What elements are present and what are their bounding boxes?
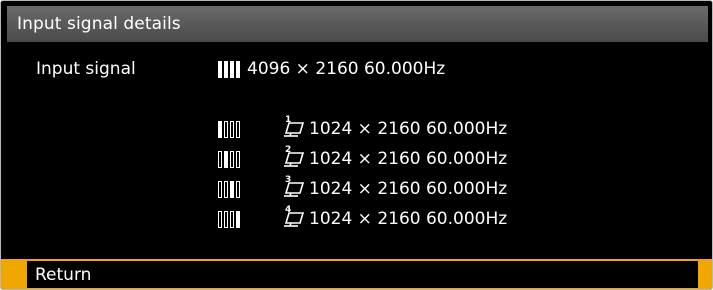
sub-signal-value: 1024 × 2160 60.000Hz — [309, 179, 508, 199]
sub-signal-value: 1024 × 2160 60.000Hz — [309, 119, 508, 139]
sub-signal-row-3: 3 1024 × 2160 60.000Hz — [217, 175, 508, 199]
sub-signal-value: 1024 × 2160 60.000Hz — [309, 149, 508, 169]
display-stand-icon: 1 — [283, 115, 307, 139]
return-button[interactable]: Return — [27, 261, 698, 288]
four-bars-icon — [217, 60, 241, 79]
sub-signal-index: 1 — [285, 115, 292, 125]
sub-signal-row-2: 2 1024 × 2160 60.000Hz — [217, 145, 508, 169]
title-bar: Input signal details — [7, 6, 708, 42]
single-bar-highlight-icon — [217, 150, 241, 169]
screen: Input signal details Input signal 4096 ×… — [0, 0, 713, 290]
page-title: Input signal details — [17, 14, 181, 34]
single-bar-highlight-icon — [217, 180, 241, 199]
display-stand-icon: 4 — [283, 205, 307, 229]
input-signal-label: Input signal — [36, 59, 136, 79]
display-stand-icon: 2 — [283, 145, 307, 169]
display-stand-icon: 3 — [283, 175, 307, 199]
return-label: Return — [35, 264, 92, 285]
sub-signal-index: 3 — [285, 175, 292, 185]
sub-signal-value: 1024 × 2160 60.000Hz — [309, 209, 508, 229]
sub-signal-index: 2 — [285, 145, 292, 155]
sub-signal-row-4: 4 1024 × 2160 60.000Hz — [217, 205, 508, 229]
sub-signal-index: 4 — [285, 205, 292, 215]
single-bar-highlight-icon — [217, 210, 241, 229]
input-signal-value: 4096 × 2160 60.000Hz — [247, 59, 446, 79]
single-bar-highlight-icon — [217, 120, 241, 139]
input-signal-row: 4096 × 2160 60.000Hz — [217, 59, 445, 79]
sub-signal-row-1: 1 1024 × 2160 60.000Hz — [217, 115, 508, 139]
